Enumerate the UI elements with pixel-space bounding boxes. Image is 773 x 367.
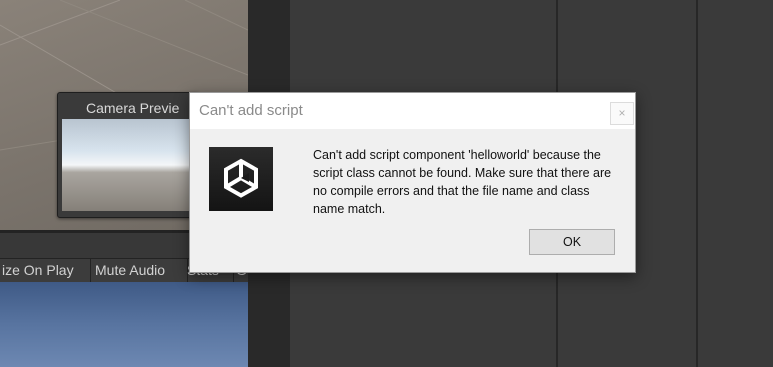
unity-logo-icon bbox=[209, 147, 273, 211]
column-divider bbox=[696, 0, 698, 367]
game-view[interactable] bbox=[0, 282, 248, 367]
dialog-body: Can't add script component 'helloworld' … bbox=[190, 129, 635, 272]
dialog-message: Can't add script component 'helloworld' … bbox=[313, 148, 612, 216]
maximize-on-play-button[interactable]: ize On Play bbox=[0, 259, 91, 282]
dialog-title: Can't add script bbox=[199, 102, 303, 119]
close-icon: × bbox=[618, 106, 626, 120]
camera-preview-image bbox=[62, 119, 194, 211]
close-button[interactable]: × bbox=[610, 102, 634, 125]
ok-button[interactable]: OK bbox=[529, 229, 615, 255]
camera-preview-title: Camera Previe bbox=[86, 100, 180, 116]
error-dialog: Can't add script × Can't add script comp… bbox=[189, 92, 636, 273]
camera-preview-window[interactable]: Camera Previe bbox=[57, 92, 199, 218]
dialog-titlebar[interactable]: Can't add script × bbox=[190, 93, 635, 129]
mute-audio-button[interactable]: Mute Audio bbox=[90, 259, 188, 282]
